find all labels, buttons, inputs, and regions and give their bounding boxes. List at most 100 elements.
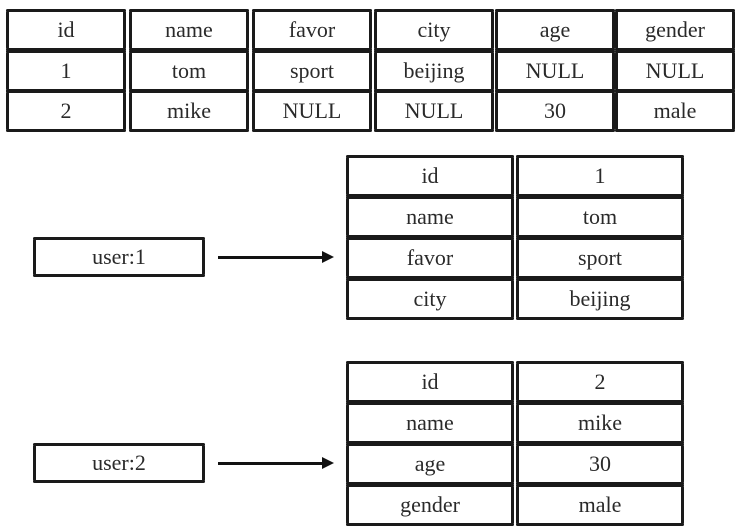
- table-data-cell: mike: [129, 90, 249, 132]
- cell-border: [246, 11, 249, 49]
- cell-border: [681, 404, 684, 442]
- hash-field-name-text: name: [406, 204, 454, 229]
- cell-border: [202, 445, 205, 481]
- cell-border: [516, 445, 519, 483]
- cell-border: [495, 92, 498, 130]
- cell-border: [123, 11, 126, 49]
- cell-border: [516, 239, 519, 277]
- hash-field-name-text: id: [421, 369, 439, 394]
- table-header-cell: name: [129, 9, 249, 51]
- table-data-cell-text: NULL: [645, 58, 705, 83]
- hash-field-value: tom: [516, 196, 684, 238]
- cell-border: [6, 11, 9, 49]
- table-data-cell: sport: [252, 50, 372, 92]
- table-data-cell: NULL: [615, 50, 735, 92]
- cell-border: [129, 11, 132, 49]
- cell-border: [6, 52, 9, 90]
- cell-border: [511, 280, 514, 318]
- hash-field-value-text: mike: [578, 410, 622, 435]
- hash-field-value: 30: [516, 443, 684, 485]
- cell-border: [732, 92, 735, 130]
- cell-border: [6, 92, 9, 130]
- hash-field-name: favor: [346, 237, 514, 279]
- hash-field-value-text: sport: [578, 245, 622, 270]
- table-header-cell-text: city: [417, 17, 451, 42]
- hash-field-name: gender: [346, 484, 514, 526]
- hash-field-name: age: [346, 443, 514, 485]
- table-header-cell: city: [374, 9, 494, 51]
- table-data-cell-text: 30: [544, 98, 566, 123]
- cell-border: [246, 92, 249, 130]
- cell-border: [511, 157, 514, 195]
- cell-border: [346, 280, 349, 318]
- hash-field-value: 2: [516, 361, 684, 403]
- table-data-cell-text: NULL: [282, 98, 342, 123]
- cell-border: [516, 363, 519, 401]
- hash-field-name: id: [346, 155, 514, 197]
- hash-field-value-text: beijing: [569, 286, 631, 311]
- hash-key-box-text: user:1: [92, 244, 146, 269]
- hash-field-value: male: [516, 484, 684, 526]
- table-header-cell-text: name: [165, 17, 213, 42]
- cell-border: [202, 239, 205, 275]
- cell-border: [129, 52, 132, 90]
- hash-field-name: id: [346, 361, 514, 403]
- cell-border: [369, 52, 372, 90]
- table-header-cell: age: [495, 9, 615, 51]
- hash-field-value: 1: [516, 155, 684, 197]
- hash-field-name-text: gender: [400, 492, 460, 517]
- arrow-icon: [218, 251, 334, 263]
- hash-field-value-text: 2: [594, 369, 606, 394]
- hash-field-value: sport: [516, 237, 684, 279]
- table-data-cell: male: [615, 90, 735, 132]
- cell-border: [681, 280, 684, 318]
- cell-border: [511, 445, 514, 483]
- cell-border: [495, 52, 498, 90]
- table-data-cell: NULL: [374, 90, 494, 132]
- cell-border: [615, 52, 618, 90]
- hash-field-name-text: id: [421, 163, 439, 188]
- table-data-cell: 2: [6, 90, 126, 132]
- cell-border: [511, 404, 514, 442]
- table-data-cell: NULL: [252, 90, 372, 132]
- table-header-cell: favor: [252, 9, 372, 51]
- hash-field-name: name: [346, 402, 514, 444]
- hash-key-box-text: user:2: [92, 450, 146, 475]
- cell-border: [252, 11, 255, 49]
- table-data-cell-text: male: [653, 98, 697, 123]
- table-header-cell-text: id: [57, 17, 75, 42]
- hash-field-name-text: city: [413, 286, 447, 311]
- cell-border: [369, 11, 372, 49]
- table-data-cell: 30: [495, 90, 615, 132]
- table-data-cell-text: tom: [171, 58, 207, 83]
- cell-border: [346, 198, 349, 236]
- cell-border: [252, 52, 255, 90]
- cell-border: [374, 11, 377, 49]
- cell-border: [346, 157, 349, 195]
- cell-border: [615, 92, 618, 130]
- table-data-cell: beijing: [374, 50, 494, 92]
- cell-border: [511, 239, 514, 277]
- cell-border: [495, 11, 498, 49]
- table-data-cell-text: beijing: [403, 58, 465, 83]
- hash-field-value: beijing: [516, 278, 684, 320]
- cell-border: [511, 363, 514, 401]
- cell-border: [374, 92, 377, 130]
- table-data-cell-text: mike: [167, 98, 211, 123]
- cell-border: [681, 239, 684, 277]
- cell-border: [246, 52, 249, 90]
- table-data-cell-text: 1: [60, 58, 72, 83]
- cell-border: [491, 11, 494, 49]
- cell-border: [516, 198, 519, 236]
- cell-border: [33, 239, 36, 275]
- hash-field-value-text: 30: [589, 451, 611, 476]
- cell-border: [511, 486, 514, 524]
- hash-field-value: mike: [516, 402, 684, 444]
- hash-field-name: city: [346, 278, 514, 320]
- cell-border: [346, 239, 349, 277]
- hash-field-value-text: tom: [582, 204, 618, 229]
- cell-border: [516, 157, 519, 195]
- table-header-cell-text: favor: [288, 17, 336, 42]
- arrow-icon: [218, 457, 334, 469]
- cell-border: [491, 92, 494, 130]
